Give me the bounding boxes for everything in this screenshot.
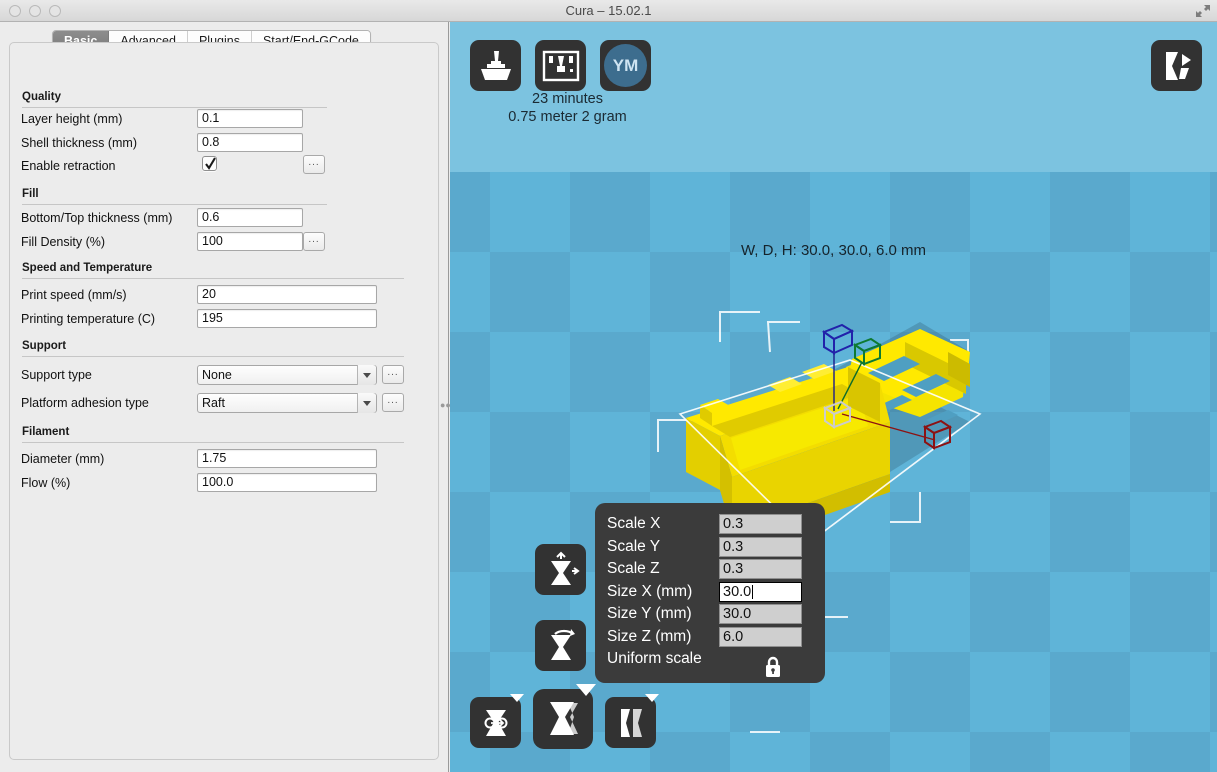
group-header-filament: Filament: [22, 426, 70, 438]
print-material: 0.75 meter 2 gram: [508, 109, 627, 125]
input-size-y[interactable]: 30.0: [719, 604, 802, 625]
label-size-z: Size Z (mm): [607, 627, 692, 645]
input-bottom-top-thickness[interactable]: 0.6: [197, 208, 303, 227]
combo-platform-adhesion-type[interactable]: Raft: [197, 393, 377, 413]
group-rule-speed-temperature: [22, 278, 404, 279]
label-support-type: Support type: [21, 368, 92, 382]
group-header-speed-temperature: Speed and Temperature: [22, 262, 153, 274]
gizmo-handle-x: [922, 419, 953, 450]
label-scale-y: Scale Y: [607, 537, 661, 555]
input-scale-z[interactable]: 0.3: [719, 559, 802, 580]
input-diameter[interactable]: 1.75: [197, 449, 377, 468]
input-size-x-value: 30.0: [723, 583, 752, 600]
group-header-support: Support: [22, 340, 67, 352]
scale-row-size-x[interactable]: Size X (mm) 30.0: [607, 581, 813, 604]
scale-row-scale-z[interactable]: Scale Z 0.3: [607, 558, 813, 581]
print-time: 23 minutes: [532, 91, 603, 107]
input-flow[interactable]: 100.0: [197, 473, 377, 492]
label-bottom-top-thickness: Bottom/Top thickness (mm): [21, 211, 173, 225]
group-header-fill: Fill: [22, 188, 39, 200]
combo-platform-adhesion-value: Raft: [202, 396, 225, 410]
label-platform-adhesion-type: Platform adhesion type: [21, 396, 149, 410]
input-size-z[interactable]: 6.0: [719, 626, 802, 647]
label-diameter: Diameter (mm): [21, 452, 105, 466]
input-printing-temperature[interactable]: 195: [197, 309, 377, 328]
label-fill-density: Fill Density (%): [21, 235, 106, 249]
label-scale-z: Scale Z: [607, 560, 660, 578]
youmagine-label: YM: [604, 44, 647, 87]
scale-row-size-z[interactable]: Size Z (mm) 6.0: [607, 626, 813, 649]
settings-panel: Basic Advanced Plugins Start/End-GCode Q…: [0, 22, 451, 772]
label-size-y: Size Y (mm): [607, 605, 692, 623]
gizmo-handle-y: [852, 337, 883, 366]
label-layer-height: Layer height (mm): [21, 112, 123, 126]
label-shell-thickness: Shell thickness (mm): [21, 136, 137, 150]
scale-row-scale-x[interactable]: Scale X 0.3: [607, 513, 813, 536]
label-enable-retraction: Enable retraction: [21, 159, 116, 173]
group-rule-quality: [22, 107, 327, 108]
rotate-tool-icon[interactable]: [535, 620, 586, 671]
input-scale-y[interactable]: 0.3: [719, 536, 802, 557]
label-size-x: Size X (mm): [607, 582, 693, 600]
scale-dialog[interactable]: Scale X 0.3 Scale Y 0.3 Scale Z 0.3 Size…: [595, 503, 825, 683]
input-layer-height[interactable]: 0.1: [197, 109, 303, 128]
input-scale-x[interactable]: 0.3: [719, 514, 802, 535]
group-rule-filament: [22, 442, 404, 443]
panel-resize-handle[interactable]: ●●: [440, 393, 451, 417]
cura-application-window: Cura – 15.02.1 Basic Advanced Plugins St…: [0, 0, 1217, 772]
save-to-file-icon[interactable]: [470, 40, 521, 91]
chevron-down-icon[interactable]: [357, 393, 376, 413]
label-flow: Flow (%): [21, 476, 71, 490]
view-mode-icon[interactable]: [1151, 40, 1202, 91]
checkmark-icon: [205, 157, 216, 170]
group-header-quality: Quality: [22, 91, 61, 103]
fullscreen-arrows-icon[interactable]: [1194, 3, 1212, 19]
scale-row-size-y[interactable]: Size Y (mm) 30.0: [607, 603, 813, 626]
mirror-tool-icon[interactable]: [470, 697, 521, 748]
3d-viewport[interactable]: W, D, H: 30.0, 30.0, 6.0 mm YM 23 minute…: [450, 22, 1217, 772]
chevron-down-icon[interactable]: [357, 365, 376, 385]
label-scale-x: Scale X: [607, 515, 661, 533]
input-shell-thickness[interactable]: 0.8: [197, 133, 303, 152]
platform-adhesion-options-button[interactable]: ...: [382, 393, 404, 412]
scale-row-scale-y[interactable]: Scale Y 0.3: [607, 536, 813, 559]
window-title: Cura – 15.02.1: [565, 3, 652, 18]
lock-closed-icon[interactable]: [763, 656, 783, 683]
print-info-text: 23 minutes 0.75 meter 2 gram: [460, 90, 675, 126]
model-dimensions-text: W, D, H: 30.0, 30.0, 6.0 mm: [740, 242, 927, 259]
group-rule-fill: [22, 204, 327, 205]
split-view-icon[interactable]: [605, 697, 656, 748]
scale-tool-icon[interactable]: [535, 544, 586, 595]
label-uniform-scale: Uniform scale: [607, 650, 702, 668]
gizmo-handle-z: [821, 323, 855, 355]
print-to-sd-icon[interactable]: [535, 40, 586, 91]
combo-support-type[interactable]: None: [197, 365, 377, 385]
label-printing-temperature: Printing temperature (C): [21, 312, 156, 326]
checkbox-enable-retraction[interactable]: [202, 156, 217, 171]
fill-density-options-button[interactable]: ...: [303, 232, 325, 251]
combo-support-type-value: None: [202, 368, 232, 382]
text-caret: [752, 584, 754, 599]
input-print-speed[interactable]: 20: [197, 285, 377, 304]
input-fill-density[interactable]: 100: [197, 232, 303, 251]
label-print-speed: Print speed (mm/s): [21, 288, 127, 302]
support-type-options-button[interactable]: ...: [382, 365, 404, 384]
group-rule-support: [22, 356, 404, 357]
window-titlebar: Cura – 15.02.1: [0, 0, 1217, 22]
retraction-options-button[interactable]: ...: [303, 155, 325, 174]
layers-view-icon[interactable]: [533, 689, 593, 749]
input-size-x[interactable]: 30.0: [719, 581, 802, 602]
settings-content-box: Quality Layer height (mm) 0.1 Shell thic…: [9, 42, 439, 760]
youmagine-icon[interactable]: YM: [600, 40, 651, 91]
